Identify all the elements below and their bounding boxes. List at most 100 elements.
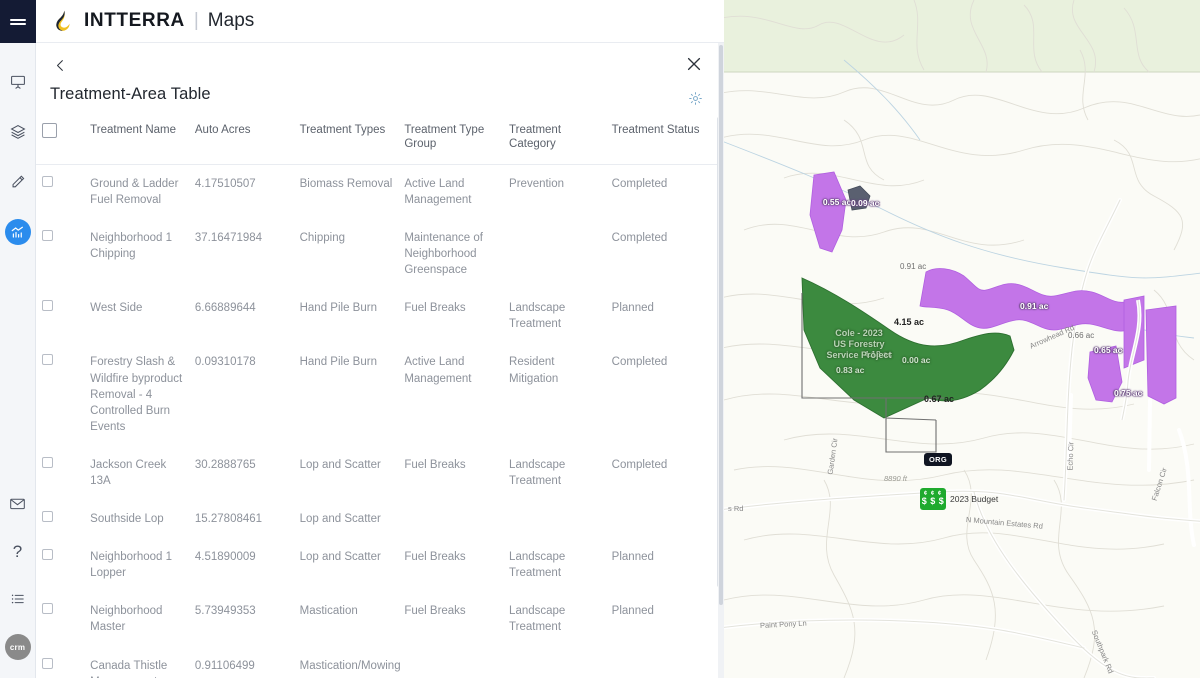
cell-treatment-category: Landscape Treatment [509, 605, 566, 634]
row-select-cell [36, 164, 84, 219]
back-button[interactable] [48, 53, 72, 77]
column-header-treatment-name[interactable]: Treatment Name [84, 113, 189, 165]
cell-treatment-type-group: Active Land Management [404, 356, 472, 385]
cell-auto-acres: 30.2888765 [194, 458, 256, 471]
cell-auto-acres: 4.51890009 [194, 551, 256, 564]
brand-name: INTTERRA [84, 10, 185, 31]
cell-treatment-type-group: Active Land Management [404, 177, 472, 206]
cell-treatment-status: Completed [611, 356, 668, 369]
column-header-treatment-types[interactable]: Treatment Types [293, 113, 399, 165]
cell-treatment-status: Planned [611, 605, 654, 618]
left-nav-rail: ? crm [0, 0, 36, 678]
analytics-icon[interactable] [4, 219, 31, 245]
cell-treatment-type-group: Maintenance of Neighborhood Greenspace [404, 231, 483, 277]
select-all-checkbox[interactable] [42, 123, 57, 138]
treatment-area-panel: Treatment-Area Table Treatment Name Auto… [36, 43, 724, 678]
hamburger-menu-button[interactable] [0, 0, 36, 43]
row-select-cell [36, 446, 84, 500]
row-checkbox[interactable] [42, 549, 53, 561]
row-checkbox[interactable] [42, 229, 53, 241]
cell-treatment-status: Completed [611, 177, 668, 190]
column-header-treatment-category[interactable]: Treatment Category [503, 113, 606, 165]
cell-treatment-types: Biomass Removal [299, 177, 393, 190]
hamburger-menu-icon [9, 22, 26, 25]
row-checkbox[interactable] [42, 354, 53, 366]
row-select-cell [36, 289, 84, 343]
cell-treatment-name: Forestry Slash & Wildfire byproduct Remo… [90, 356, 183, 433]
cell-treatment-type-group [398, 647, 503, 678]
cell-treatment-name: Neighborhood 1 Chipping [90, 231, 173, 261]
rail-bottom-items: ? crm [0, 490, 35, 678]
layers-icon[interactable] [5, 119, 31, 145]
cell-treatment-name: Neighborhood Master [90, 605, 163, 634]
cell-treatment-category: Landscape Treatment [509, 302, 566, 331]
row-select-cell [36, 219, 84, 289]
table-row[interactable]: Jackson Creek 13A 30.2888765 Lop and Scatt… [36, 446, 723, 500]
intterra-logo-icon [50, 8, 76, 34]
panel-header: Treatment-Area Table [36, 43, 723, 113]
envelope-icon[interactable] [5, 490, 31, 516]
avatar[interactable]: crm [4, 634, 31, 660]
settings-gear-icon[interactable] [685, 88, 705, 108]
cell-treatment-type-group: Fuel Breaks [404, 605, 466, 618]
column-header-treatment-status[interactable]: Treatment Status [605, 113, 723, 165]
map-vector-layer [724, 0, 1200, 678]
cell-treatment-category: Landscape Treatment [509, 551, 566, 580]
budget-pin-icon[interactable]: ¢ ¢ ¢ $ $ $ [920, 488, 946, 510]
table-row[interactable]: Neighborhood 1 Lopper 4.51890009 Lop and S… [36, 538, 723, 592]
row-select-cell [36, 343, 84, 445]
treatment-area-table: Treatment Name Auto Acres Treatment Type… [36, 113, 723, 678]
table-row[interactable]: Ground & Ladder Fuel Removal 4.17510507 Bi… [36, 164, 723, 219]
table-row[interactable]: Southside Lop 15.27808461 Lop and Scatter [36, 500, 723, 538]
table-scroll-area[interactable]: Treatment Name Auto Acres Treatment Type… [36, 113, 723, 678]
table-body: Ground & Ladder Fuel Removal 4.17510507 Bi… [36, 164, 723, 678]
cell-treatment-status [606, 500, 723, 538]
cell-treatment-type-group [398, 500, 503, 538]
row-checkbox[interactable] [42, 456, 53, 468]
cell-auto-acres: 5.73949353 [194, 605, 256, 618]
cell-auto-acres: 4.17510507 [194, 177, 256, 190]
row-checkbox[interactable] [42, 300, 53, 312]
table-row[interactable]: West Side 6.66889644 Hand Pile Burn Fuel Br… [36, 289, 723, 343]
cell-treatment-types: Chipping [299, 231, 346, 244]
hamburger-menu-icon [9, 18, 26, 21]
list-icon[interactable] [5, 586, 31, 612]
table-row[interactable]: Neighborhood Master 5.73949353 Mastication… [36, 592, 723, 646]
cell-treatment-types: Hand Pile Burn [299, 356, 377, 369]
pencil-icon[interactable] [5, 169, 31, 195]
table-row[interactable]: Forestry Slash & Wildfire byproduct Remo… [36, 343, 723, 445]
row-checkbox[interactable] [42, 603, 53, 615]
cell-auto-acres: 15.27808461 [194, 513, 263, 526]
table-row[interactable]: Neighborhood 1 Chipping 37.16471984 Chippi… [36, 219, 723, 289]
org-badge[interactable]: ORG [924, 453, 952, 466]
outer-scrollbar-thumb[interactable] [719, 45, 723, 605]
cell-treatment-status: Completed [611, 458, 668, 471]
column-header-auto-acres[interactable]: Auto Acres [188, 113, 294, 165]
cell-auto-acres: 6.66889644 [194, 302, 256, 315]
row-checkbox[interactable] [42, 175, 53, 187]
cell-auto-acres: 0.09310178 [194, 356, 256, 369]
row-checkbox[interactable] [42, 657, 53, 669]
cell-auto-acres: 0.91106499 [194, 659, 255, 672]
cell-treatment-status: Completed [611, 231, 668, 244]
question-mark-icon[interactable]: ? [5, 538, 31, 564]
table-row[interactable]: Canada Thistle Management 0.91106499 Masti… [36, 647, 723, 678]
close-button[interactable] [681, 51, 707, 77]
map-canvas[interactable]: 0.55 ac 0.09 ac 0.91 ac 0.91 ac 0.66 ac … [724, 0, 1200, 678]
cell-treatment-category: Landscape Treatment [509, 458, 566, 487]
row-checkbox[interactable] [42, 511, 53, 523]
select-all-header [36, 113, 85, 165]
cell-treatment-category: Resident Mitigation [509, 356, 559, 385]
top-header-bar: INTTERRA | Maps [36, 0, 724, 43]
cell-treatment-type-group: Fuel Breaks [404, 302, 466, 315]
cell-treatment-name: Neighborhood 1 Lopper [90, 551, 173, 580]
table-header: Treatment Name Auto Acres Treatment Type… [36, 113, 723, 165]
outer-scrollbar[interactable] [718, 43, 724, 678]
presentation-icon[interactable] [5, 69, 31, 95]
row-select-cell [36, 592, 84, 646]
cell-auto-acres: 37.16471984 [194, 231, 263, 244]
cell-treatment-status: Planned [611, 551, 654, 564]
question-mark-glyph: ? [12, 541, 23, 561]
cell-treatment-status [606, 647, 723, 678]
column-header-treatment-type-group[interactable]: Treatment Type Group [398, 113, 504, 165]
